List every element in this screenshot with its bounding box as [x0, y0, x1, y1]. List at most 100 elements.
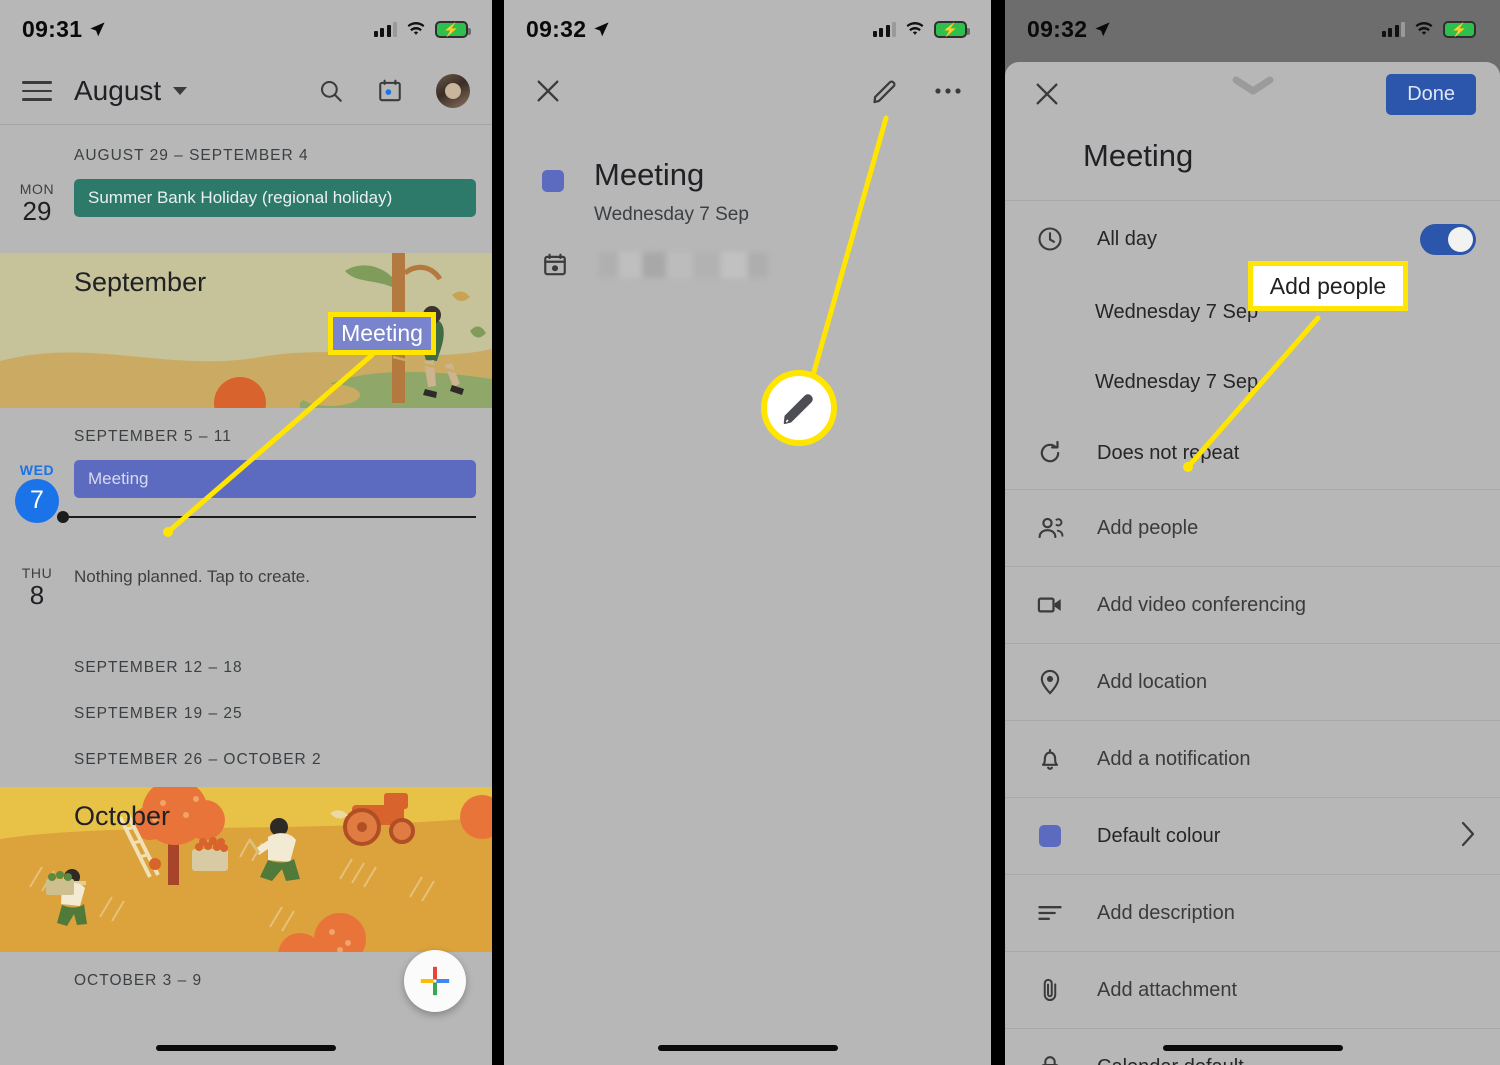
list-item-label: Add location	[1097, 670, 1208, 693]
clock-icon	[1033, 225, 1067, 253]
status-indicators: ⚡	[1381, 20, 1479, 38]
list-item-label: All day	[1097, 227, 1158, 250]
screenshot-stage: 09:31 ⚡ August AUGUST 29 – SEPTEMBER 4 M…	[0, 0, 1500, 1065]
home-indicator	[657, 1045, 838, 1051]
phone-panel-event-detail: 09:32 ⚡ Meeting Wednesday 7 Sep	[504, 0, 991, 1065]
day-column: MON 29	[0, 179, 74, 227]
event-calendar-row	[504, 226, 991, 279]
lock-privacy-icon	[1033, 1053, 1067, 1065]
list-item-add-notification[interactable]: Add a notification	[1005, 721, 1500, 797]
done-button[interactable]: Done	[1386, 73, 1476, 115]
day-of-week: MON	[19, 181, 55, 197]
pencil-edit-icon[interactable]	[871, 77, 899, 105]
day-of-week: WED	[19, 461, 55, 478]
cellular-signal-icon	[1381, 21, 1405, 37]
repeat-icon	[1033, 439, 1067, 467]
list-item-label: Default colour	[1097, 824, 1221, 847]
month-illustration-october: October	[0, 786, 492, 952]
list-item-label: Add a notification	[1097, 747, 1251, 770]
all-day-toggle[interactable]	[1420, 223, 1476, 255]
list-item-label: Does not repeat	[1097, 441, 1240, 464]
day-number: 29	[22, 196, 52, 226]
close-x-icon[interactable]	[1033, 80, 1061, 108]
paperclip-attachment-icon	[1033, 976, 1067, 1004]
wifi-icon	[407, 21, 425, 35]
event-chip-meeting[interactable]: Meeting	[74, 459, 476, 498]
google-plus-add-icon	[420, 966, 450, 996]
cellular-signal-icon	[373, 21, 397, 37]
list-item-add-video-conferencing[interactable]: Add video conferencing	[1005, 567, 1500, 643]
location-arrow-icon	[594, 21, 609, 36]
list-item-label: Add video conferencing	[1097, 593, 1307, 616]
bell-notification-icon	[1033, 745, 1067, 773]
location-arrow-icon	[90, 21, 105, 36]
list-item-add-description[interactable]: Add description	[1005, 875, 1500, 951]
list-item-label: Add people	[1097, 516, 1199, 539]
agenda-row[interactable]: MON 29 Summer Bank Holiday (regional hol…	[0, 179, 492, 253]
status-indicators: ⚡	[872, 20, 970, 38]
week-label: SEPTEMBER 5 – 11	[74, 427, 232, 445]
status-time-group: 09:31	[22, 16, 106, 43]
edit-event-title[interactable]: Meeting	[1005, 126, 1500, 200]
status-time-group: 09:32	[526, 16, 610, 43]
highlight-circle-edit	[761, 370, 837, 446]
create-event-fab[interactable]	[404, 950, 466, 1012]
callout-meeting: Meeting	[328, 312, 436, 355]
list-item-label: Wednesday 7 Sep	[1095, 370, 1259, 393]
edit-event-sheet: Done Meeting All day Wednesday 7 Sep Wed…	[1005, 62, 1500, 1065]
status-time: 09:32	[1027, 15, 1088, 42]
battery-charging-icon: ⚡	[1443, 20, 1479, 38]
list-item-label: Add attachment	[1097, 978, 1238, 1001]
phone-panel-event-edit: 09:32 ⚡ Done Meeting All day Wednesday 7…	[1005, 0, 1500, 1065]
location-pin-icon	[1033, 668, 1067, 696]
list-item-add-people[interactable]: Add people	[1005, 490, 1500, 566]
empty-day-message[interactable]: Nothing planned. Tap to create.	[74, 563, 310, 587]
cellular-signal-icon	[872, 21, 896, 37]
day-of-week: THU	[21, 564, 53, 581]
avatar[interactable]	[436, 74, 470, 108]
week-label: SEPTEMBER 19 – 25	[74, 704, 243, 722]
pencil-edit-icon	[783, 394, 813, 425]
home-indicator	[156, 1045, 336, 1051]
callout-add-people: Add people	[1248, 261, 1408, 311]
status-bar: 09:31 ⚡	[0, 0, 492, 58]
event-detail-actions	[871, 77, 961, 105]
calendar-icon	[544, 253, 566, 276]
search-icon[interactable]	[318, 78, 344, 104]
agenda-row[interactable]: THU 8 Nothing planned. Tap to create.	[0, 533, 492, 651]
video-camera-icon	[1033, 591, 1067, 619]
hamburger-menu-icon[interactable]	[22, 81, 52, 101]
calendar-name-redacted	[598, 252, 768, 279]
location-arrow-icon	[1095, 21, 1110, 36]
chevron-down-grabber-icon[interactable]	[1232, 76, 1274, 96]
color-swatch-icon	[1033, 825, 1067, 847]
month-title: August	[74, 75, 162, 106]
list-item-default-colour[interactable]: Default colour	[1005, 798, 1500, 874]
status-time: 09:31	[22, 15, 83, 42]
day-number-today: 7	[15, 478, 59, 523]
list-item-end-date[interactable]: Wednesday 7 Sep	[1005, 347, 1500, 417]
current-time-line	[57, 510, 476, 523]
status-bar: 09:32 ⚡	[504, 0, 991, 58]
chevron-down-icon	[173, 87, 188, 95]
calendar-today-icon[interactable]	[377, 78, 403, 104]
callout-label: Meeting	[341, 320, 423, 346]
list-item-add-attachment[interactable]: Add attachment	[1005, 952, 1500, 1028]
list-item-add-location[interactable]: Add location	[1005, 644, 1500, 720]
more-options-icon[interactable]	[935, 87, 961, 95]
list-item-repeat[interactable]: Does not repeat	[1005, 417, 1500, 489]
event-chip-holiday[interactable]: Summer Bank Holiday (regional holiday)	[74, 179, 476, 217]
event-date: Wednesday 7 Sep	[594, 204, 749, 226]
week-label: AUGUST 29 – SEPTEMBER 4	[74, 147, 309, 164]
description-lines-icon	[1033, 899, 1067, 927]
month-selector[interactable]: August	[74, 75, 188, 107]
week-label: SEPTEMBER 12 – 18	[74, 658, 243, 676]
close-x-icon[interactable]	[534, 77, 562, 105]
home-indicator	[1162, 1045, 1343, 1051]
status-time-group: 09:32	[1027, 16, 1111, 43]
event-color-swatch	[542, 170, 564, 192]
event-detail-toolbar	[504, 58, 991, 124]
list-item-label: Wednesday 7 Sep	[1095, 300, 1259, 323]
agenda-row-today[interactable]: WED 7 Meeting	[0, 459, 492, 533]
wifi-icon	[906, 21, 924, 35]
